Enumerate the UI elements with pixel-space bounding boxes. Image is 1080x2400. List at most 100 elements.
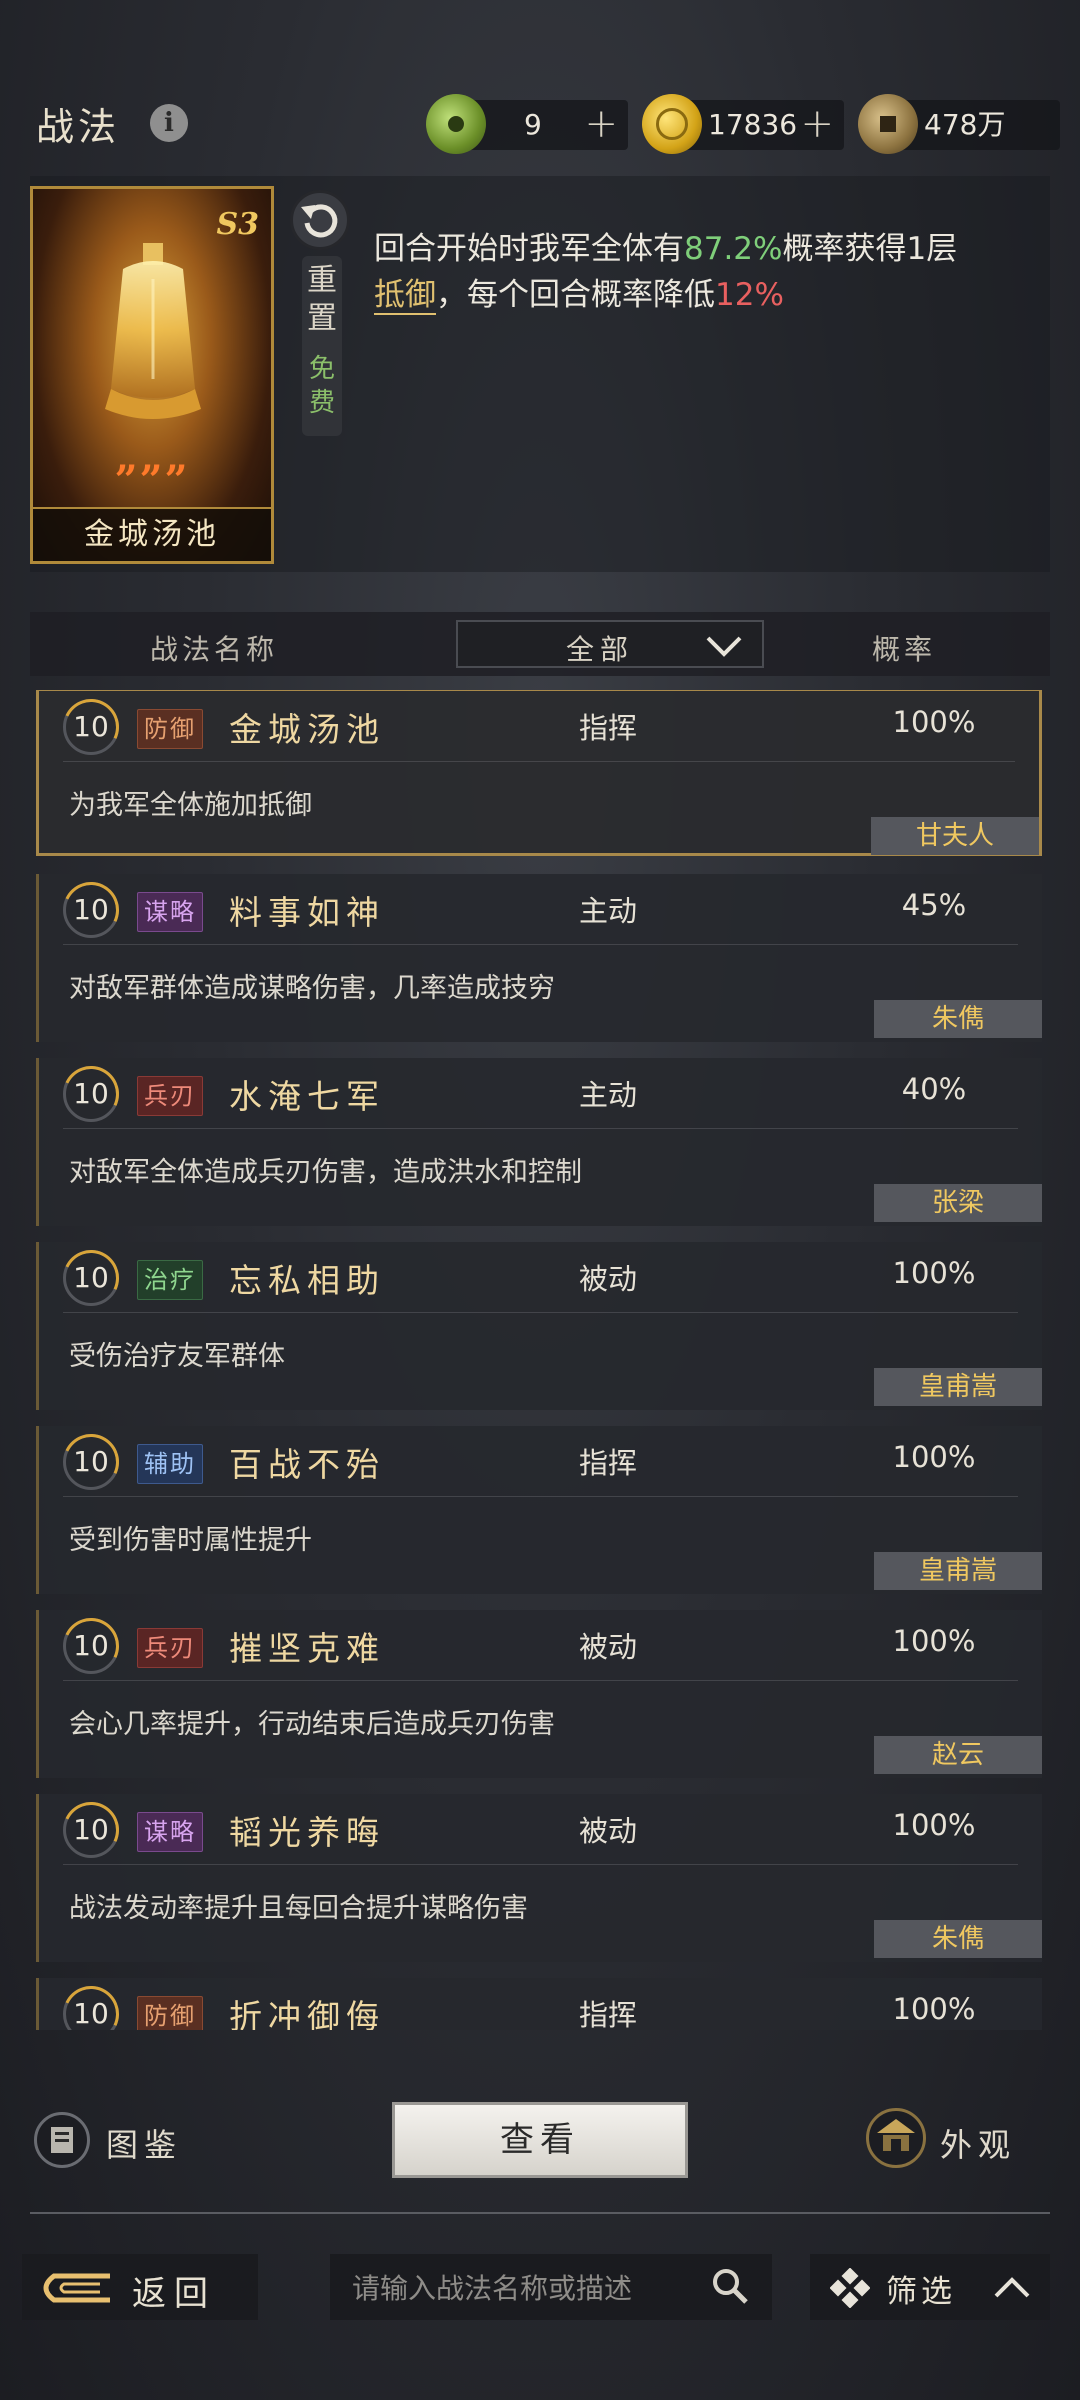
gold-amount: 17836 — [708, 108, 798, 141]
skill-name: 忘私相助 — [229, 1261, 385, 1300]
level-badge: 10 — [63, 1066, 119, 1122]
level-badge: 10 — [63, 882, 119, 938]
chevron-up-icon — [994, 2277, 1030, 2298]
skill-row[interactable]: 10 兵刃 摧坚克难 被动 100% 会心几率提升，行动结束后造成兵刃伤害 赵云 — [36, 1610, 1042, 1778]
skill-row[interactable]: 10 兵刃 水淹七军 主动 40% 对敌军全体造成兵刃伤害，造成洪水和控制 张梁 — [36, 1058, 1042, 1226]
general-tag: 甘夫人 — [871, 817, 1039, 855]
card-name: 金城汤池 — [33, 507, 271, 561]
decay-value: 12% — [715, 277, 784, 313]
general-tag: 皇甫嵩 — [874, 1368, 1042, 1406]
reset-button[interactable] — [290, 190, 350, 250]
appearance-button-label[interactable]: 外观 — [940, 2120, 1016, 2166]
book-icon — [51, 2127, 73, 2153]
jade-currency: 9 + — [426, 94, 628, 154]
row-divider — [63, 1864, 1018, 1865]
level-badge: 10 — [63, 1434, 119, 1490]
skill-row[interactable]: 10 辅助 百战不殆 指挥 100% 受到伤害时属性提升 皇甫嵩 — [36, 1426, 1042, 1594]
general-tag: 朱儁 — [874, 1000, 1042, 1038]
type-tag: 兵刃 — [137, 1628, 203, 1668]
type-tag: 谋略 — [137, 892, 203, 932]
gold-currency: 17836 + — [642, 94, 844, 154]
filter-diamond-icon — [830, 2268, 870, 2308]
skill-rate: 100% — [892, 1440, 976, 1474]
pavilion-icon — [877, 2119, 915, 2151]
type-tag: 防御 — [137, 709, 203, 749]
skill-rate: 40% — [901, 1072, 967, 1106]
level-badge: 10 — [63, 1986, 119, 2030]
keyword-link[interactable]: 抵御 — [374, 277, 436, 315]
skill-row[interactable]: 10 谋略 料事如神 主动 45% 对敌军群体造成谋略伤害，几率造成技穷 朱儁 — [36, 874, 1042, 1042]
skill-rate: 45% — [901, 888, 967, 922]
skill-list[interactable]: 10 防御 金城汤池 指挥 100% 为我军全体施加抵御 甘夫人 10 谋略 料… — [30, 690, 1050, 2030]
skill-summary: 对敌军群体造成谋略伤害，几率造成技穷 — [69, 973, 555, 1004]
skill-rate: 100% — [892, 1256, 976, 1290]
skill-card[interactable]: S3 ””” 金城汤池 — [30, 186, 274, 564]
skill-row[interactable]: 10 谋略 韬光养晦 被动 100% 战法发动率提升且每回合提升谋略伤害 朱儁 — [36, 1794, 1042, 1962]
skill-summary: 战法发动率提升且每回合提升谋略伤害 — [69, 1893, 528, 1924]
skill-name: 百战不殆 — [229, 1445, 385, 1484]
jade-coin-icon — [426, 94, 486, 154]
skill-name: 韬光养晦 — [229, 1813, 385, 1852]
column-rate: 概率 — [872, 633, 937, 666]
type-tag: 治疗 — [137, 1260, 203, 1300]
skill-description: 回合开始时我军全体有87.2%概率获得1层抵御，每个回合概率降低12% — [374, 231, 958, 315]
skill-name: 金城汤池 — [229, 710, 385, 749]
reset-label: 重置 — [307, 263, 337, 336]
skill-row[interactable]: 10 治疗 忘私相助 被动 100% 受伤治疗友军群体 皇甫嵩 — [36, 1242, 1042, 1410]
row-divider — [63, 1680, 1018, 1681]
skill-category: 指挥 — [579, 711, 638, 745]
row-divider — [63, 1128, 1018, 1129]
info-icon[interactable]: i — [150, 104, 188, 142]
view-button[interactable]: 查看 — [392, 2102, 688, 2178]
row-divider — [63, 944, 1018, 945]
catalog-button-label[interactable]: 图鉴 — [106, 2120, 182, 2166]
add-jade-button[interactable]: + — [584, 100, 618, 150]
general-tag: 皇甫嵩 — [874, 1552, 1042, 1590]
skill-name: 水淹七军 — [229, 1077, 385, 1116]
skill-category: 被动 — [579, 1814, 638, 1848]
skill-name: 料事如神 — [229, 893, 385, 932]
type-tag: 谋略 — [137, 1812, 203, 1852]
skill-name: 折冲御侮 — [229, 1997, 385, 2030]
type-tag: 兵刃 — [137, 1076, 203, 1116]
card-grade: S3 — [216, 207, 259, 242]
skill-category: 主动 — [579, 1078, 638, 1112]
skill-row[interactable]: 10 防御 金城汤池 指挥 100% 为我军全体施加抵御 甘夫人 — [36, 690, 1042, 856]
jade-amount: 9 — [524, 108, 542, 141]
type-filter-value: 全部 — [566, 633, 635, 666]
filter-button-label[interactable]: 筛选 — [886, 2266, 956, 2311]
chevron-down-icon — [706, 636, 742, 657]
type-tag: 防御 — [137, 1996, 203, 2030]
skill-category: 被动 — [579, 1630, 638, 1664]
skill-summary: 受伤治疗友军群体 — [69, 1341, 285, 1372]
chance-value: 87.2% — [684, 231, 783, 267]
bottom-divider — [30, 2212, 1050, 2214]
search-icon[interactable] — [710, 2266, 750, 2306]
back-arrow-icon — [43, 2273, 110, 2303]
general-tag: 张梁 — [874, 1184, 1042, 1222]
column-skill-name: 战法名称 — [150, 633, 279, 666]
skill-rate: 100% — [892, 1992, 976, 2026]
general-tag: 朱儁 — [874, 1920, 1042, 1958]
reset-free-label: 免费 — [308, 354, 335, 418]
row-divider — [63, 761, 1015, 762]
copper-coin-icon — [858, 94, 918, 154]
bell-icon — [105, 243, 201, 419]
level-badge: 10 — [63, 699, 119, 755]
skill-name: 摧坚克难 — [229, 1629, 385, 1668]
appearance-icon[interactable] — [866, 2108, 926, 2168]
general-tag: 赵云 — [874, 1736, 1042, 1774]
copper-currency: 478万 — [858, 94, 1060, 154]
catalog-icon[interactable] — [34, 2112, 90, 2168]
card-rank-marks-icon: ””” — [114, 457, 190, 504]
skill-summary: 对敌军全体造成兵刃伤害，造成洪水和控制 — [69, 1157, 582, 1188]
reset-icon — [301, 204, 338, 238]
page-title: 战法 — [36, 105, 121, 149]
add-gold-button[interactable]: + — [800, 100, 834, 150]
type-tag: 辅助 — [137, 1444, 203, 1484]
row-divider — [63, 1496, 1018, 1497]
copper-amount: 478万 — [924, 108, 1006, 141]
back-button-label[interactable]: 返回 — [132, 2266, 216, 2315]
search-input[interactable] — [350, 2262, 694, 2314]
skill-row[interactable]: 10 防御 折冲御侮 指挥 100% — [36, 1978, 1042, 2030]
